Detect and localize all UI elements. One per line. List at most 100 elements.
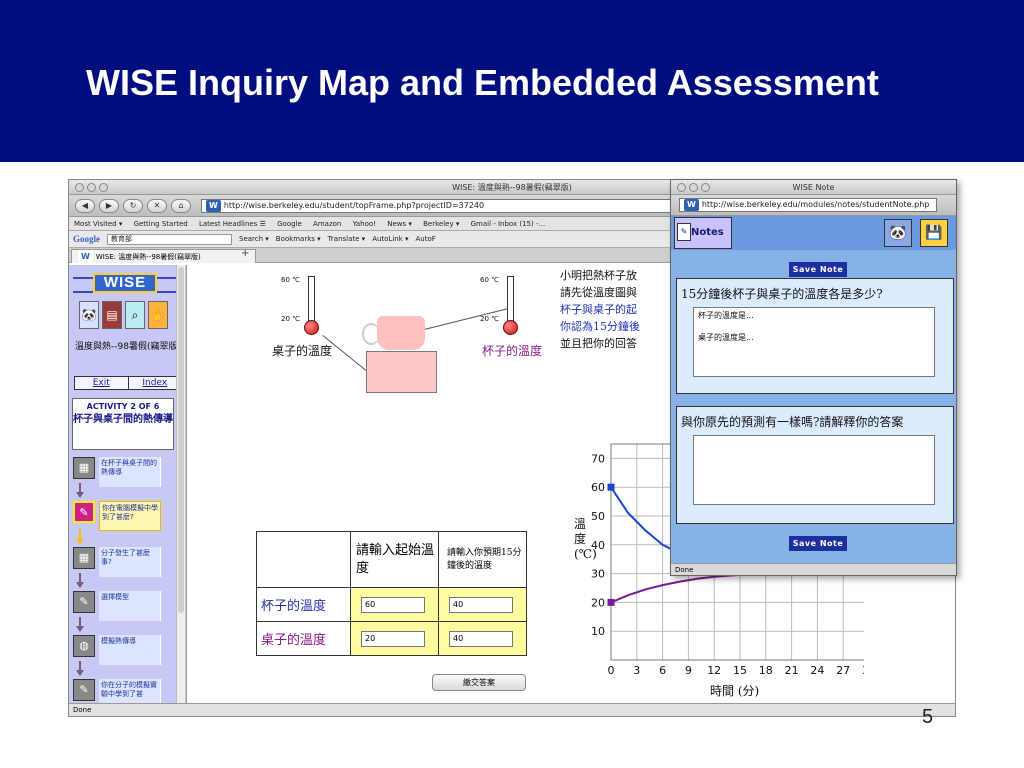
submit-answer-button[interactable]: 繳交答案 bbox=[432, 674, 526, 691]
step-label: 選擇模型 bbox=[99, 591, 161, 621]
inquiry-map: WISE 🐼 ▤ ⌕ ✋ 溫度與熱--98暑假(竊翠版) Exit Index … bbox=[69, 265, 187, 705]
bookmark-item[interactable]: Yahoo! bbox=[353, 220, 376, 228]
step-arrow bbox=[76, 661, 84, 677]
notes-tab[interactable]: ✎ Notes bbox=[674, 217, 732, 249]
tool-icons: 🐼 ▤ ⌕ ✋ bbox=[79, 301, 168, 329]
step-item[interactable]: ✎ 你在分子的模擬實驗中學到了甚 bbox=[73, 679, 169, 705]
thermo-bottom-mark: 20 ℃ bbox=[281, 315, 300, 323]
slide: WISE Inquiry Map and Embedded Assessment… bbox=[0, 0, 1024, 768]
table-predict-input[interactable]: 40 bbox=[449, 630, 513, 647]
question-panel-1: 15分鐘後杯子與桌子的溫度各是多少? 杯子的溫度是... 桌子的溫度是... bbox=[676, 278, 954, 394]
step-label: 你在電腦模擬中學到了甚麼? bbox=[99, 501, 161, 531]
step-item[interactable]: ◍ 模擬熱傳導 bbox=[73, 635, 169, 675]
series-start-marker-0 bbox=[607, 483, 615, 491]
zoom-notes-button[interactable] bbox=[701, 183, 710, 192]
notes-url-bar[interactable]: Whttp://wise.berkeley.edu/modules/notes/… bbox=[679, 198, 937, 212]
save-disk-icon[interactable]: 💾 bbox=[920, 219, 948, 247]
thermo-top-mark: 60 ℃ bbox=[480, 276, 499, 284]
description-line: 並且把你的回答 bbox=[560, 337, 637, 350]
x-tick-label: 6 bbox=[659, 664, 666, 677]
stop-button[interactable]: ✕ bbox=[147, 198, 167, 213]
panda-icon[interactable]: 🐼 bbox=[884, 219, 912, 247]
table-temp-label: 桌子的溫度 bbox=[272, 344, 333, 358]
description-line: 杯子與桌子的起 bbox=[560, 303, 637, 316]
bookmark-item[interactable]: Getting Started bbox=[134, 220, 188, 228]
toolbar-search-button[interactable]: Search ▾ bbox=[239, 231, 269, 247]
thermo-bulb bbox=[503, 320, 518, 335]
cup-predict-input[interactable]: 40 bbox=[449, 596, 513, 613]
new-tab-button[interactable]: + bbox=[241, 248, 249, 259]
activity-box: ACTIVITY 2 OF 6 杯子與桌子間的熱傳導 bbox=[72, 398, 174, 450]
magnifier-icon[interactable]: ⌕ bbox=[125, 301, 145, 329]
x-tick-label: 12 bbox=[707, 664, 721, 677]
x-tick-label: 9 bbox=[685, 664, 692, 677]
panda-icon[interactable]: 🐼 bbox=[79, 301, 99, 329]
answer-textarea-1[interactable]: 杯子的溫度是... 桌子的溫度是... bbox=[693, 307, 935, 377]
step-item[interactable]: ✎ 選擇模型 bbox=[73, 591, 169, 631]
bookmark-item[interactable]: Most Visited ▾ bbox=[74, 220, 122, 228]
step-item[interactable]: ▦ 分子發生了甚麼事? bbox=[73, 547, 169, 587]
tab-label: WISE: 溫度與熱--98暑假(竊翠版) bbox=[95, 253, 201, 261]
step-item[interactable]: ▦ 在杯子與桌子間的熱傳導 bbox=[73, 457, 169, 497]
cup-temp-label: 杯子的溫度 bbox=[482, 344, 543, 358]
activity-title: 杯子與桌子間的熱傳導 bbox=[73, 414, 173, 425]
toolbar-translate-button[interactable]: Translate ▾ bbox=[328, 231, 366, 247]
site-icon: W bbox=[206, 199, 221, 212]
bookmark-item[interactable]: Latest Headlines ☰ bbox=[199, 220, 266, 228]
toolbar-autofill-button[interactable]: AutoF bbox=[416, 231, 436, 247]
answer-textarea-2[interactable] bbox=[693, 435, 935, 505]
table-start-input[interactable]: 20 bbox=[361, 630, 425, 647]
google-logo: Google bbox=[73, 233, 100, 244]
tab-wise[interactable]: W WISE: 溫度與熱--98暑假(竊翠版) bbox=[71, 249, 256, 263]
index-link[interactable]: Index bbox=[129, 377, 182, 389]
activity-counter: ACTIVITY 2 OF 6 bbox=[86, 402, 160, 411]
bookmark-item[interactable]: Berkeley ▾ bbox=[423, 220, 459, 228]
close-window-button[interactable] bbox=[75, 183, 84, 192]
window-controls bbox=[75, 183, 108, 192]
y-tick-label: 50 bbox=[591, 510, 605, 523]
page-number: 5 bbox=[922, 706, 934, 728]
toolbar-bookmarks-button[interactable]: Bookmarks ▾ bbox=[276, 231, 321, 247]
question-panel-2: 與你原先的預測有一樣嗎?請解釋你的答案 bbox=[676, 406, 954, 524]
exit-link[interactable]: Exit bbox=[75, 377, 129, 389]
reload-button[interactable]: ↻ bbox=[123, 198, 143, 213]
note-page-icon: ✎ bbox=[677, 223, 691, 241]
notebook-icon[interactable]: ▤ bbox=[102, 301, 122, 329]
close-notes-button[interactable] bbox=[677, 183, 686, 192]
home-button[interactable]: ⌂ bbox=[171, 198, 191, 213]
step-description: 小明把熱杯子放 請先從溫度圖與 杯子與桌子的起 你認為15分鐘後 並且把你的回答 bbox=[560, 267, 688, 352]
x-tick-label: 27 bbox=[836, 664, 850, 677]
inquiry-map-scrollbar[interactable] bbox=[176, 265, 185, 705]
row-label: 杯子的溫度 bbox=[256, 587, 351, 622]
x-tick-label: 18 bbox=[759, 664, 773, 677]
notes-window-title: WISE Note bbox=[792, 183, 835, 192]
table-predict-cell: 40 bbox=[438, 621, 527, 656]
bookmark-item[interactable]: Google bbox=[277, 220, 302, 228]
y-tick-label: 10 bbox=[591, 625, 605, 638]
minimize-notes-button[interactable] bbox=[689, 183, 698, 192]
bookmark-item[interactable]: Gmail - Inbox (15) -... bbox=[471, 220, 546, 228]
table-row: 桌子的溫度 20 40 bbox=[256, 621, 527, 656]
save-note-button[interactable]: Save Note bbox=[789, 262, 847, 277]
toolbar-autolink-button[interactable]: AutoLink ▾ bbox=[372, 231, 408, 247]
bookmark-item[interactable]: Amazon bbox=[313, 220, 341, 228]
hand-icon[interactable]: ✋ bbox=[148, 301, 168, 329]
notes-status-text: Done bbox=[675, 566, 694, 574]
step-item-active[interactable]: ✎ 你在電腦模擬中學到了甚麼? bbox=[73, 501, 169, 541]
zoom-window-button[interactable] bbox=[99, 183, 108, 192]
cup-start-input[interactable]: 60 bbox=[361, 596, 425, 613]
header-blank-cell bbox=[256, 531, 351, 588]
description-line: 請先從溫度圖與 bbox=[560, 286, 637, 299]
y-tick-label: 70 bbox=[591, 452, 605, 465]
minimize-window-button[interactable] bbox=[87, 183, 96, 192]
scroll-thumb[interactable] bbox=[178, 267, 184, 613]
url-text: http://wise.berkeley.edu/student/topFram… bbox=[223, 200, 485, 210]
forward-button[interactable]: ▶ bbox=[99, 198, 119, 213]
save-note-button[interactable]: Save Note bbox=[789, 536, 847, 551]
cup-predict-cell: 40 bbox=[438, 587, 527, 622]
back-button[interactable]: ◀ bbox=[75, 198, 95, 213]
bookmark-item[interactable]: News ▾ bbox=[387, 220, 412, 228]
note-step-icon: ✎ bbox=[73, 501, 95, 523]
status-bar: Done bbox=[69, 703, 955, 716]
google-search-input[interactable]: 教育部 bbox=[107, 233, 232, 245]
